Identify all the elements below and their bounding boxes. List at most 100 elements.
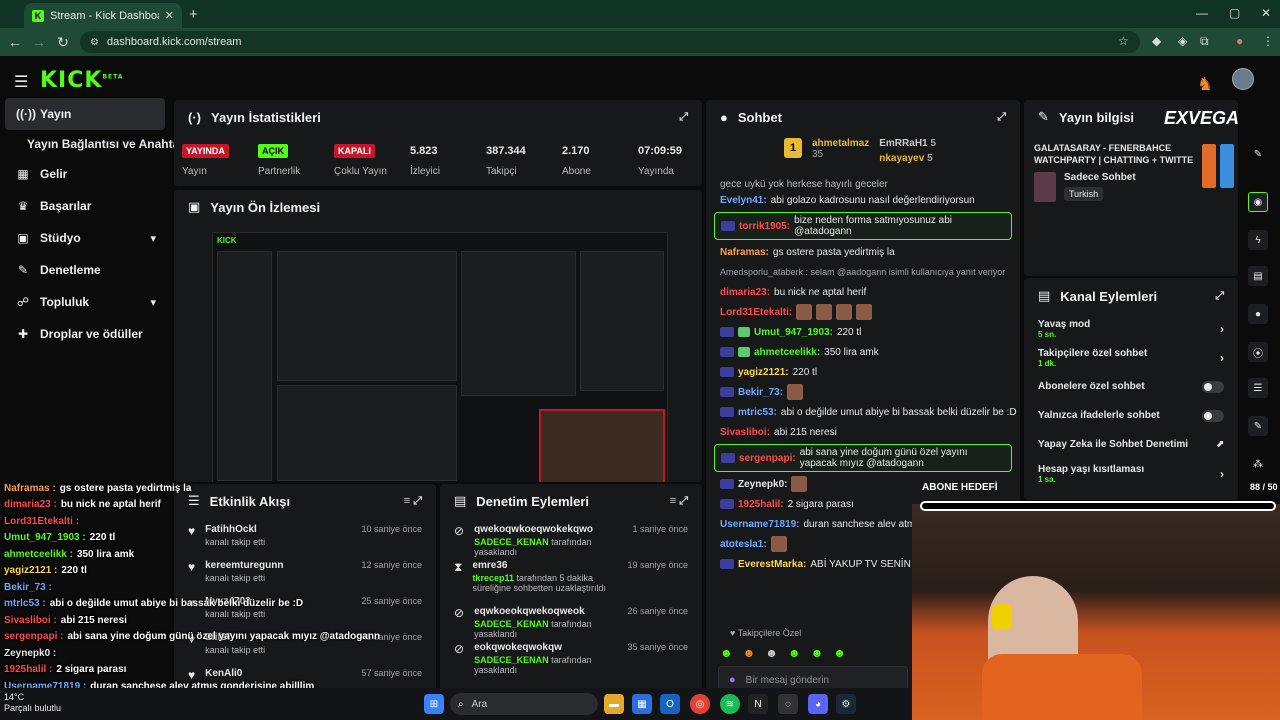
windows-start-icon[interactable]: ⊞: [424, 694, 444, 714]
list-icon[interactable]: ☰: [1248, 378, 1268, 398]
mic-icon[interactable]: ●: [729, 674, 736, 686]
emote-icon[interactable]: ☻: [743, 646, 756, 660]
wrench-icon[interactable]: ✎: [1248, 416, 1268, 436]
sidebar-item-denetleme[interactable]: ✎ Denetleme: [0, 254, 170, 286]
sidebar-item-gelir[interactable]: ▦ Gelir: [0, 158, 170, 190]
popout-icon[interactable]: ⤢: [1215, 290, 1224, 303]
filter-icon[interactable]: ≡ ⤢: [404, 495, 422, 508]
chat-message[interactable]: mtric53: abi o değilde umut abiye bi bass…: [706, 402, 1020, 422]
emotes-only-setting[interactable]: Yalnızca ifadelerle sohbet: [1024, 401, 1238, 430]
bookmark-star-icon[interactable]: ☆: [1118, 34, 1129, 48]
chat-message[interactable]: Evelyn41: abi golazo kadrosunu nasıl değe…: [706, 190, 1020, 210]
taskbar-search[interactable]: ⌕ Ara: [450, 693, 598, 715]
menu-icon[interactable]: ☰: [14, 72, 28, 92]
stream-preview-video[interactable]: KICK: [212, 232, 668, 482]
sidebar-item-topluluk[interactable]: ☍ Topluluk ▾: [0, 286, 170, 318]
followers-only-setting[interactable]: Takipçilere özel sohbet 1 dk. ›: [1024, 343, 1238, 372]
chat-username[interactable]: Umut_947_1903:: [754, 327, 833, 338]
users-icon[interactable]: ⁂: [1248, 454, 1268, 474]
slow-mode-setting[interactable]: Yavaş mod 5 sn. ›: [1024, 314, 1238, 343]
emote-icon[interactable]: ☻: [788, 646, 801, 660]
emote-icon[interactable]: ☻: [720, 646, 733, 660]
extensions-puzzle-icon[interactable]: ⧉: [1200, 34, 1209, 49]
chat-username[interactable]: ahmetceelikk:: [754, 347, 820, 358]
sidebar-item-droplar[interactable]: ✚ Droplar ve ödüller: [0, 318, 170, 350]
steam-icon[interactable]: ⚙: [836, 694, 856, 714]
chat-message[interactable]: torrik1905: bize neden forma satmıyosunuz…: [714, 212, 1012, 240]
extension-icon[interactable]: ◆: [1152, 34, 1161, 48]
weather-widget[interactable]: 14°C Parçalı bulutlu: [4, 692, 61, 714]
sidebar-item-studyo[interactable]: ▣ Stüdyo ▾: [0, 222, 170, 254]
outlook-icon[interactable]: O: [660, 694, 680, 714]
app-icon[interactable]: ◌: [778, 694, 798, 714]
browser-menu-icon[interactable]: ⋮: [1262, 34, 1274, 48]
account-age-setting[interactable]: Hesap yaşı kısıtlaması 1 sa. ›: [1024, 459, 1238, 488]
url-field[interactable]: ⚙ dashboard.kick.com/stream: [80, 31, 1140, 53]
chat-message[interactable]: Naframas: gs ostere pasta yedirtmiş la: [706, 242, 1020, 262]
broadcast-icon[interactable]: ⦿: [1248, 342, 1268, 362]
subscribers-only-setting[interactable]: Abonelere özel sohbet: [1024, 372, 1238, 401]
camera-icon[interactable]: ◉: [1248, 192, 1268, 212]
chat-username[interactable]: Evelyn41:: [720, 195, 767, 206]
chat-username[interactable]: sergenpapi:: [739, 453, 796, 464]
popout-icon[interactable]: ⤢: [679, 111, 688, 124]
chat-username[interactable]: 1925halil:: [738, 499, 784, 510]
sidebar-item-yayin[interactable]: ((·)) Yayın: [5, 98, 165, 130]
window-close-button[interactable]: ✕: [1261, 6, 1271, 20]
emote-icon[interactable]: ☻: [765, 646, 778, 660]
clipboard-icon[interactable]: ▤: [1248, 266, 1268, 286]
toggle-switch[interactable]: [1202, 380, 1224, 393]
preview-kick-logo: KICK: [217, 236, 237, 245]
chat-message[interactable]: dimaria23: bu nick ne aptal herif: [706, 282, 1020, 302]
user-avatar[interactable]: [1232, 68, 1254, 90]
filter-icon[interactable]: ≡ ⤢: [670, 495, 688, 508]
sidebar-item-basarilar[interactable]: ♛ Başarılar: [0, 190, 170, 222]
chat-username[interactable]: EverestMarka:: [738, 559, 806, 570]
site-info-icon[interactable]: ⚙: [90, 37, 99, 48]
file-explorer-icon[interactable]: ▬: [604, 694, 624, 714]
reload-icon[interactable]: ↻: [51, 34, 75, 51]
chat-message[interactable]: yagiz2121: 220 tl: [706, 362, 1020, 382]
emote-icon[interactable]: ☻: [811, 646, 824, 660]
chrome-icon[interactable]: ◎: [690, 694, 710, 714]
chat-username[interactable]: Bekir_73:: [738, 387, 783, 398]
chat-message[interactable]: Bekir_73:: [706, 382, 1020, 402]
close-tab-icon[interactable]: ✕: [165, 9, 174, 22]
extension-icon[interactable]: ◈: [1178, 34, 1187, 48]
lightning-icon[interactable]: ϟ: [1248, 230, 1268, 250]
emote-icon[interactable]: ☻: [833, 646, 846, 660]
chat-message[interactable]: Lord31Etekalti:: [706, 302, 1020, 322]
chat-username[interactable]: Sivasliboi:: [720, 427, 770, 438]
profile-avatar-icon[interactable]: ●: [1236, 34, 1243, 48]
discord-icon[interactable]: ◕: [808, 694, 828, 714]
chat-username[interactable]: mtric53:: [738, 407, 777, 418]
chat-username[interactable]: atotesla1:: [720, 539, 767, 550]
chat-username[interactable]: Username71819:: [720, 519, 800, 530]
chat-username[interactable]: torrik1905:: [739, 221, 790, 232]
store-icon[interactable]: ▦: [632, 694, 652, 714]
chat-username[interactable]: Lord31Etekalti:: [720, 307, 792, 318]
chat-username[interactable]: Naframas:: [720, 247, 769, 258]
forward-icon[interactable]: →: [27, 34, 51, 50]
spotify-icon[interactable]: ≋: [720, 694, 740, 714]
chat-username[interactable]: dimaria23:: [720, 287, 770, 298]
chat-message[interactable]: ahmetceelikk: 350 lira amk: [706, 342, 1020, 362]
maximize-button[interactable]: ▢: [1229, 6, 1240, 20]
chat-bubble-icon[interactable]: ●: [1248, 304, 1268, 324]
app-icon[interactable]: N: [748, 694, 768, 714]
back-icon[interactable]: ←: [3, 34, 27, 50]
chat-username[interactable]: yagiz2121:: [738, 367, 789, 378]
chat-message[interactable]: Amedsporlu_ataberk : selam @aadogann isi…: [706, 262, 1020, 282]
sidebar-item-stream-key[interactable]: Yayın Bağlantısı ve Anahtarı: [0, 130, 187, 158]
popout-icon[interactable]: ⤢: [997, 111, 1006, 124]
edit-icon[interactable]: ✎: [1248, 144, 1268, 164]
chat-message[interactable]: Sivasliboi: abi 215 neresi: [706, 422, 1020, 442]
minimize-button[interactable]: —: [1196, 6, 1208, 20]
new-tab-button[interactable]: +: [189, 6, 198, 23]
browser-tab[interactable]: K Stream - Kick Dashboard ✕: [24, 3, 182, 28]
chat-message[interactable]: sergenpapi: abi sana yine doğum günü özel…: [714, 444, 1012, 472]
ai-moderation-setting[interactable]: Yapay Zeka ile Sohbet Denetimi ⬈: [1024, 430, 1238, 459]
chat-message[interactable]: Umut_947_1903: 220 tl: [706, 322, 1020, 342]
toggle-switch[interactable]: [1202, 409, 1224, 422]
chat-username[interactable]: Zeynepk0:: [738, 479, 787, 490]
